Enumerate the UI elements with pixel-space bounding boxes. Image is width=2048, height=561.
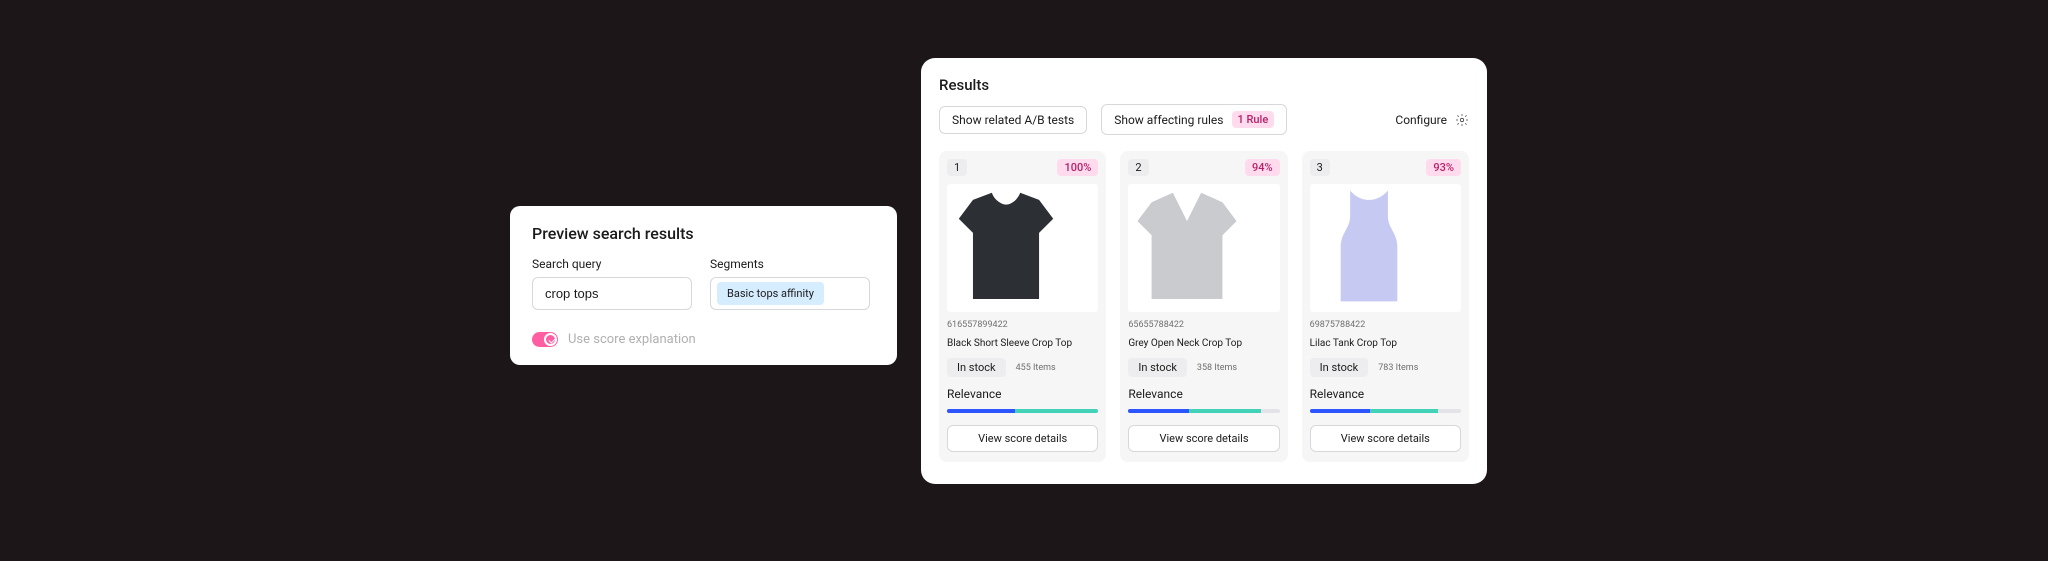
results-title: Results	[939, 76, 1469, 94]
configure-label: Configure	[1395, 113, 1447, 127]
relevance-segment-secondary	[1189, 409, 1262, 413]
relevance-label: Relevance	[1310, 387, 1461, 401]
score-explanation-label: Use score explanation	[568, 332, 696, 347]
product-thumbnail[interactable]	[1128, 184, 1279, 312]
view-score-details-button[interactable]: View score details	[1310, 425, 1461, 452]
results-panel: Results Show related A/B tests Show affe…	[921, 58, 1487, 484]
rank-badge: 2	[1128, 159, 1148, 176]
preview-panel: Preview search results Search query Segm…	[510, 206, 897, 365]
result-card: 2 94% 65655788422 Grey Open Neck Crop To…	[1120, 151, 1287, 462]
product-name: Black Short Sleeve Crop Top	[947, 338, 1098, 350]
relevance-segment-primary	[1128, 409, 1189, 413]
segments-input[interactable]: Basic tops affinity	[710, 277, 870, 310]
result-cards: 1 100% 616557899422 Black Short Sleeve C…	[939, 151, 1469, 462]
result-card: 1 100% 616557899422 Black Short Sleeve C…	[939, 151, 1106, 462]
stock-row: In stock 455 Items	[947, 358, 1098, 377]
score-explanation-toggle[interactable]	[532, 332, 558, 347]
results-controls: Show related A/B tests Show affecting ru…	[939, 104, 1469, 135]
card-header: 2 94%	[1128, 159, 1279, 176]
relevance-label: Relevance	[1128, 387, 1279, 401]
rank-badge: 1	[947, 159, 967, 176]
relevance-segment-secondary	[1370, 409, 1438, 413]
product-thumbnail[interactable]	[947, 184, 1098, 312]
rules-count-badge: 1 Rule	[1232, 111, 1275, 128]
stock-badge: In stock	[947, 358, 1006, 377]
score-badge: 93%	[1426, 159, 1461, 176]
product-sku: 616557899422	[947, 320, 1098, 330]
show-ab-tests-label: Show related A/B tests	[952, 113, 1074, 127]
product-sku: 65655788422	[1128, 320, 1279, 330]
stock-row: In stock 783 Items	[1310, 358, 1461, 377]
search-label: Search query	[532, 257, 692, 271]
relevance-segment-primary	[1310, 409, 1371, 413]
gear-icon	[1455, 113, 1469, 127]
stock-badge: In stock	[1310, 358, 1369, 377]
relevance-bar	[1310, 409, 1461, 413]
search-input[interactable]	[532, 277, 692, 310]
rank-badge: 3	[1310, 159, 1330, 176]
view-score-details-button[interactable]: View score details	[1128, 425, 1279, 452]
items-count: 455 Items	[1016, 363, 1056, 373]
score-badge: 94%	[1245, 159, 1280, 176]
segments-label: Segments	[710, 257, 870, 271]
segment-chip[interactable]: Basic tops affinity	[717, 282, 824, 305]
preview-title: Preview search results	[532, 224, 875, 243]
segments-field: Segments Basic tops affinity	[710, 257, 870, 310]
product-name: Lilac Tank Crop Top	[1310, 338, 1461, 350]
relevance-label: Relevance	[947, 387, 1098, 401]
show-rules-label: Show affecting rules	[1114, 113, 1223, 127]
relevance-bar	[1128, 409, 1279, 413]
items-count: 358 Items	[1197, 363, 1237, 373]
shirt-icon	[947, 184, 1098, 312]
check-icon	[544, 333, 557, 346]
card-header: 3 93%	[1310, 159, 1461, 176]
relevance-segment-secondary	[1015, 409, 1098, 413]
result-card: 3 93% 69875788422 Lilac Tank Crop Top In…	[1302, 151, 1469, 462]
configure-button[interactable]: Configure	[1395, 113, 1469, 127]
relevance-segment-primary	[947, 409, 1015, 413]
product-sku: 69875788422	[1310, 320, 1461, 330]
show-rules-button[interactable]: Show affecting rules 1 Rule	[1101, 104, 1287, 135]
relevance-bar	[947, 409, 1098, 413]
preview-fields: Search query Segments Basic tops affinit…	[532, 257, 875, 310]
product-name: Grey Open Neck Crop Top	[1128, 338, 1279, 350]
stock-badge: In stock	[1128, 358, 1187, 377]
items-count: 783 Items	[1378, 363, 1418, 373]
shirt-icon	[1310, 184, 1461, 312]
score-explanation-toggle-row: Use score explanation	[532, 332, 875, 347]
card-header: 1 100%	[947, 159, 1098, 176]
search-field: Search query	[532, 257, 692, 310]
score-badge: 100%	[1057, 159, 1098, 176]
view-score-details-button[interactable]: View score details	[947, 425, 1098, 452]
shirt-icon	[1128, 184, 1279, 312]
product-thumbnail[interactable]	[1310, 184, 1461, 312]
stock-row: In stock 358 Items	[1128, 358, 1279, 377]
show-ab-tests-button[interactable]: Show related A/B tests	[939, 106, 1087, 134]
